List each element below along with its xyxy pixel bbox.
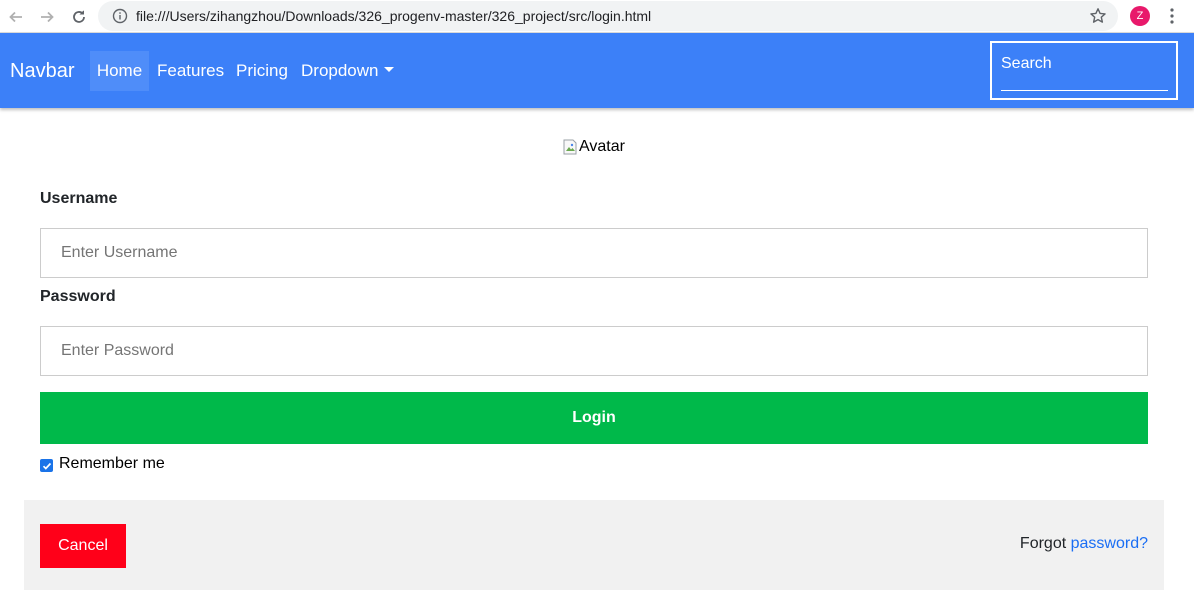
navbar: Navbar Home Features Pricing Dropdown — [0, 33, 1194, 108]
forgot-password-link[interactable]: password? — [1071, 535, 1148, 552]
browser-toolbar: file:///Users/zihangzhou/Downloads/326_p… — [0, 0, 1194, 33]
avatar-alt-text: Avatar — [579, 138, 625, 155]
forgot-password-text: Forgot password? — [1020, 535, 1148, 553]
login-button[interactable]: Login — [40, 392, 1148, 444]
navbar-brand[interactable]: Navbar — [10, 60, 74, 83]
broken-image-icon — [563, 139, 577, 155]
search-input[interactable] — [1001, 51, 1168, 91]
form-footer: Cancel Forgot password? — [24, 500, 1164, 590]
forward-arrow-icon[interactable] — [36, 6, 58, 28]
password-label: Password — [40, 288, 116, 305]
search-box — [990, 41, 1178, 100]
forgot-prefix: Forgot — [1019, 535, 1067, 552]
address-bar[interactable]: file:///Users/zihangzhou/Downloads/326_p… — [98, 1, 1118, 31]
cancel-button[interactable]: Cancel — [40, 524, 126, 568]
dropdown-label: Dropdown — [301, 61, 379, 80]
info-icon[interactable] — [112, 8, 128, 24]
url-text[interactable]: file:///Users/zihangzhou/Downloads/326_p… — [136, 8, 651, 24]
profile-avatar[interactable]: Z — [1130, 6, 1150, 26]
remember-me: Remember me — [40, 455, 165, 473]
username-input[interactable] — [40, 228, 1148, 278]
check-icon — [42, 462, 51, 470]
nav-link-features[interactable]: Features — [157, 51, 224, 91]
nav-link-pricing[interactable]: Pricing — [236, 51, 288, 91]
remember-label[interactable]: Remember me — [59, 455, 165, 473]
more-vert-icon[interactable] — [1166, 7, 1178, 25]
nav-link-dropdown[interactable]: Dropdown — [301, 51, 394, 91]
avatar-image: Avatar — [563, 137, 625, 157]
username-label: Username — [40, 190, 118, 207]
back-arrow-icon[interactable] — [5, 6, 27, 28]
nav-link-home[interactable]: Home — [90, 51, 149, 91]
star-icon[interactable] — [1089, 7, 1107, 25]
caret-down-icon — [383, 67, 394, 72]
reload-icon[interactable] — [68, 6, 90, 28]
password-input[interactable] — [40, 326, 1148, 376]
remember-checkbox[interactable] — [40, 459, 53, 472]
